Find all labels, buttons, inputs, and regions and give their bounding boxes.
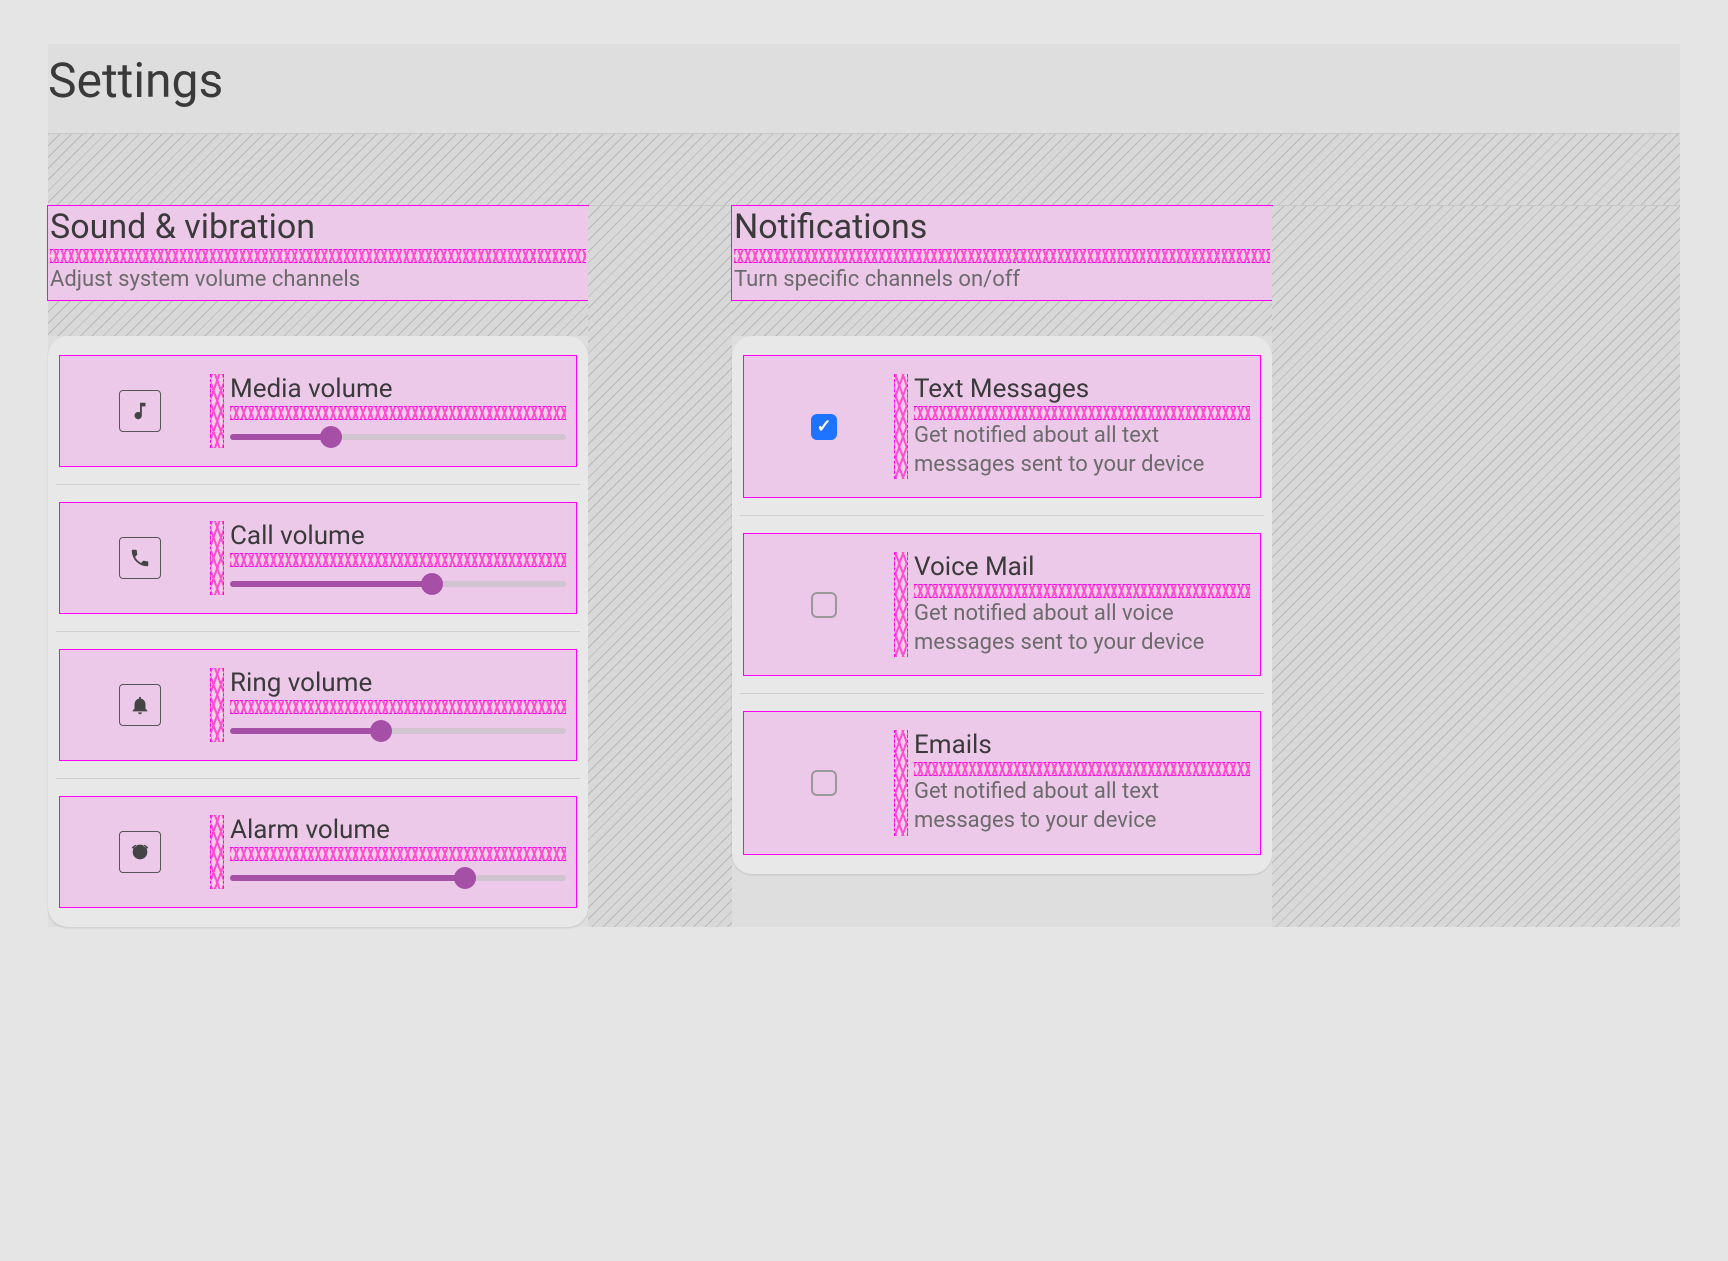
icon-cell xyxy=(70,668,210,742)
squiggle-decoration xyxy=(914,762,1250,776)
music-note-icon xyxy=(119,390,161,432)
notif-desc: Get notified about all text messages to … xyxy=(914,778,1250,835)
notifications-section-title: Notifications xyxy=(734,208,1270,247)
row-content: Alarm volume xyxy=(224,815,566,889)
squiggle-decoration xyxy=(734,249,1270,263)
squiggle-decoration xyxy=(914,406,1250,420)
sound-column: Sound & vibration Adjust system volume c… xyxy=(48,206,588,927)
media-volume-slider[interactable] xyxy=(230,426,566,448)
emails-checkbox[interactable] xyxy=(811,770,837,796)
squiggle-decoration xyxy=(210,668,224,742)
divider xyxy=(56,631,580,632)
notif-desc: Get notified about all voice messages se… xyxy=(914,600,1250,657)
volume-label: Ring volume xyxy=(230,668,566,698)
row-content: Ring volume xyxy=(224,668,566,742)
squiggle-decoration xyxy=(894,552,908,657)
icon-cell xyxy=(70,521,210,595)
row-content: Call volume xyxy=(224,521,566,595)
divider xyxy=(740,515,1264,516)
notif-row-text-messages: Text Messages Get notified about all tex… xyxy=(744,356,1260,497)
notif-label: Voice Mail xyxy=(914,552,1250,582)
squiggle-decoration xyxy=(210,815,224,889)
squiggle-decoration xyxy=(230,406,566,420)
title-bar: Settings xyxy=(48,44,1680,134)
text-messages-checkbox[interactable] xyxy=(811,414,837,440)
squiggle-decoration xyxy=(230,553,566,567)
layout-tail xyxy=(1272,206,1680,927)
icon-cell xyxy=(70,374,210,448)
ring-volume-slider[interactable] xyxy=(230,720,566,742)
volume-row-alarm: Alarm volume xyxy=(60,797,576,907)
divider xyxy=(740,693,1264,694)
notifications-section-header: Notifications Turn specific channels on/… xyxy=(732,206,1272,300)
squiggle-decoration xyxy=(230,847,566,861)
sound-section-title: Sound & vibration xyxy=(50,208,586,247)
squiggle-decoration xyxy=(894,730,908,835)
squiggle-decoration xyxy=(230,700,566,714)
layout-spacer xyxy=(48,300,588,336)
alarm-clock-icon xyxy=(119,831,161,873)
squiggle-decoration xyxy=(210,521,224,595)
call-volume-slider[interactable] xyxy=(230,573,566,595)
volume-label: Media volume xyxy=(230,374,566,404)
notif-row-voice-mail: Voice Mail Get notified about all voice … xyxy=(744,534,1260,675)
notif-row-emails: Emails Get notified about all text messa… xyxy=(744,712,1260,853)
layout-spacer xyxy=(48,134,1680,206)
volume-row-call: Call volume xyxy=(60,503,576,613)
row-content: Media volume xyxy=(224,374,566,448)
notif-label: Text Messages xyxy=(914,374,1250,404)
sound-section-header: Sound & vibration Adjust system volume c… xyxy=(48,206,588,300)
alarm-volume-slider[interactable] xyxy=(230,867,566,889)
phone-icon xyxy=(119,537,161,579)
page-title: Settings xyxy=(48,52,1680,109)
volume-label: Call volume xyxy=(230,521,566,551)
notifications-section-subtitle: Turn specific channels on/off xyxy=(734,267,1270,292)
divider xyxy=(56,484,580,485)
volume-row-media: Media volume xyxy=(60,356,576,466)
squiggle-decoration xyxy=(914,584,1250,598)
checkbox-cell xyxy=(754,374,894,479)
bell-icon xyxy=(119,684,161,726)
notif-label: Emails xyxy=(914,730,1250,760)
layout-gutter xyxy=(588,206,732,927)
row-content: Voice Mail Get notified about all voice … xyxy=(908,552,1250,657)
voice-mail-checkbox[interactable] xyxy=(811,592,837,618)
squiggle-decoration xyxy=(894,374,908,479)
sound-section-subtitle: Adjust system volume channels xyxy=(50,267,586,292)
notifications-card: Text Messages Get notified about all tex… xyxy=(732,336,1272,874)
icon-cell xyxy=(70,815,210,889)
checkbox-cell xyxy=(754,730,894,835)
volume-label: Alarm volume xyxy=(230,815,566,845)
notifications-column: Notifications Turn specific channels on/… xyxy=(732,206,1272,874)
sound-card: Media volume xyxy=(48,336,588,927)
layout-spacer xyxy=(732,300,1272,336)
divider xyxy=(56,778,580,779)
squiggle-decoration xyxy=(50,249,586,263)
notif-desc: Get notified about all text messages sen… xyxy=(914,422,1250,479)
squiggle-decoration xyxy=(210,374,224,448)
volume-row-ring: Ring volume xyxy=(60,650,576,760)
checkbox-cell xyxy=(754,552,894,657)
columns: Sound & vibration Adjust system volume c… xyxy=(48,206,1680,927)
settings-page: Settings Sound & vibration Adjust system… xyxy=(48,44,1680,927)
row-content: Text Messages Get notified about all tex… xyxy=(908,374,1250,479)
row-content: Emails Get notified about all text messa… xyxy=(908,730,1250,835)
